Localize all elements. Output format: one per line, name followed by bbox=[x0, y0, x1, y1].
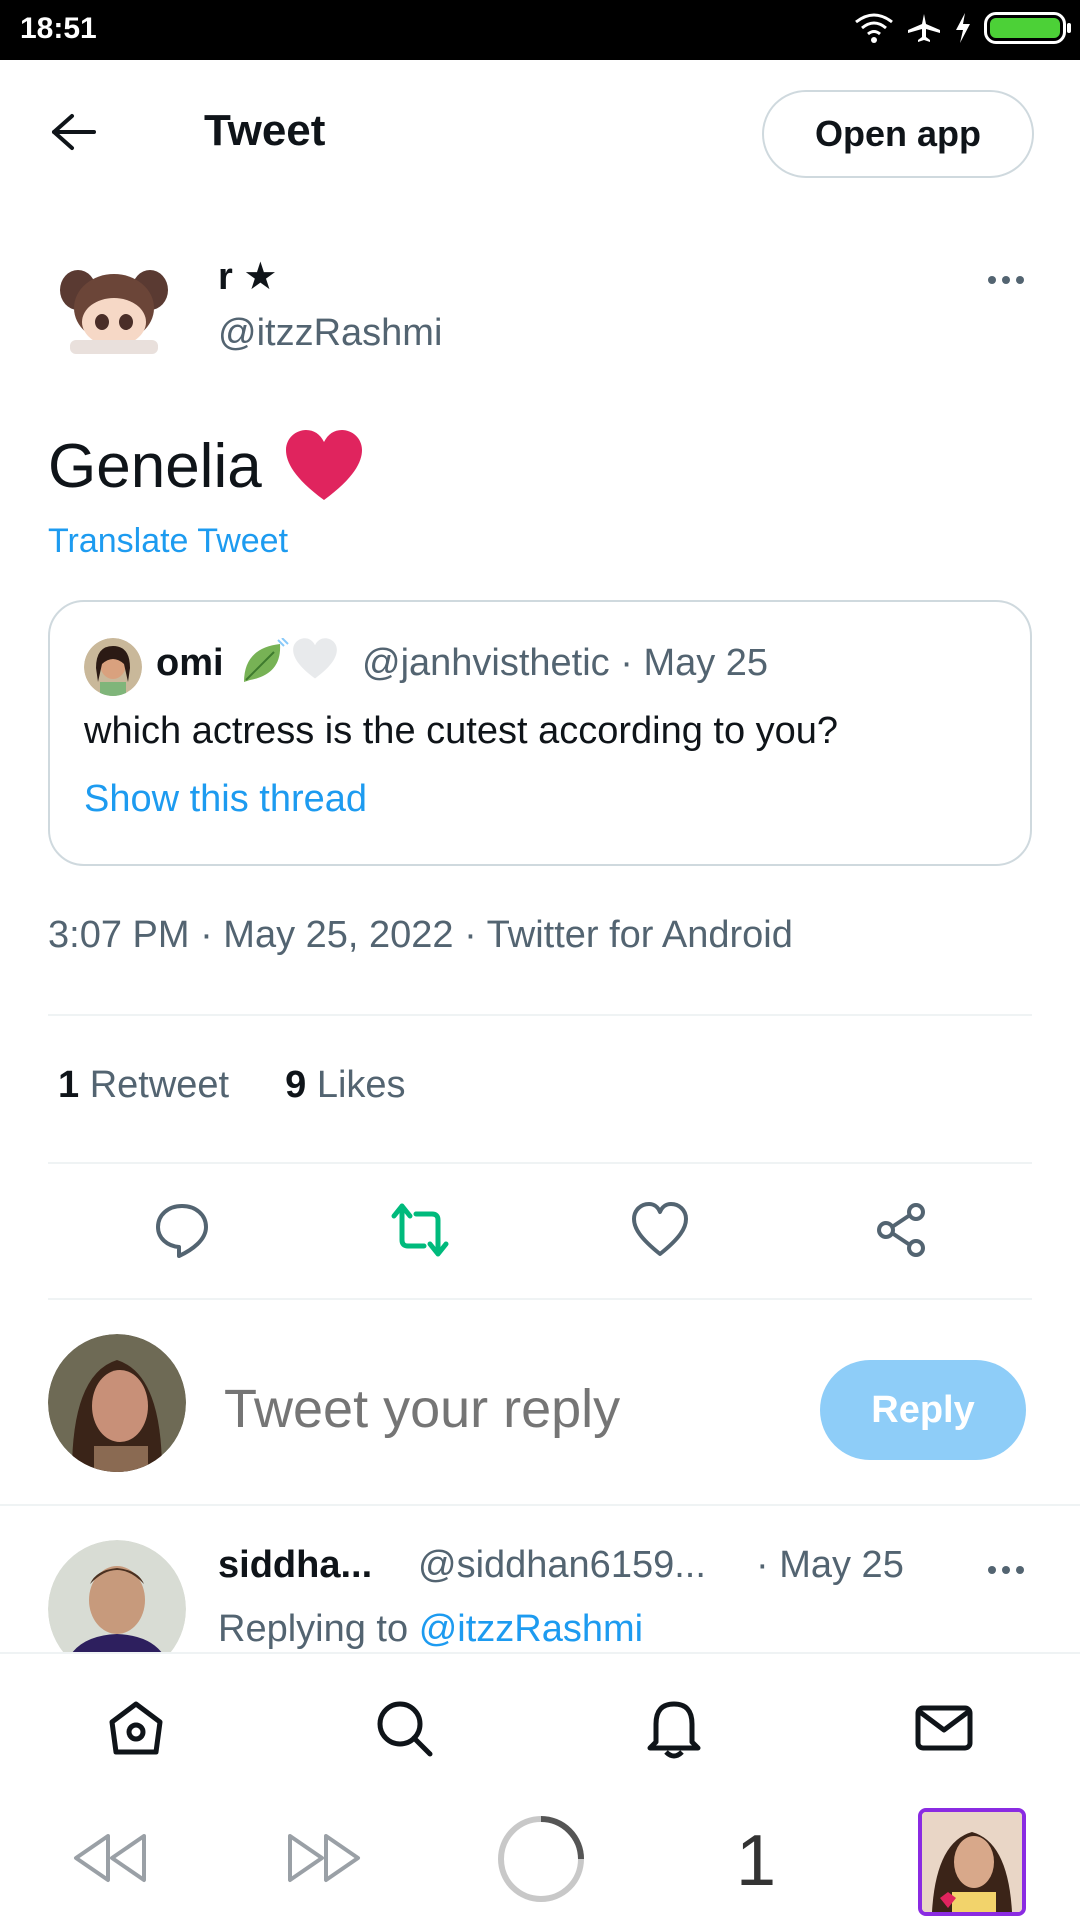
author-name[interactable]: r ★ bbox=[218, 254, 277, 299]
battery-icon bbox=[984, 12, 1071, 44]
header: Tweet Open app bbox=[0, 60, 1080, 210]
tab-thumbnail[interactable] bbox=[918, 1808, 1026, 1916]
like-icon[interactable] bbox=[630, 1200, 690, 1260]
back-browser-icon[interactable] bbox=[68, 1828, 148, 1888]
current-user-avatar[interactable] bbox=[48, 1334, 186, 1472]
retweet-stat[interactable]: 1 Retweet bbox=[58, 1064, 229, 1107]
quote-handle-date: @janhvisthetic · May 25 bbox=[362, 642, 769, 684]
replying-prefix: Replying to bbox=[218, 1608, 409, 1650]
retweet-label: Retweet bbox=[89, 1064, 230, 1106]
quote-author-name: omi bbox=[156, 642, 224, 684]
reply-input[interactable] bbox=[224, 1378, 784, 1440]
forward-browser-icon[interactable] bbox=[286, 1828, 366, 1888]
more-icon[interactable] bbox=[984, 258, 1028, 302]
home-icon[interactable] bbox=[104, 1696, 168, 1760]
bottom-nav bbox=[0, 1652, 1080, 1798]
likes-stat[interactable]: 9 Likes bbox=[285, 1064, 405, 1107]
tweet-text-content: Genelia bbox=[48, 431, 262, 501]
reply-author-name[interactable]: siddha... bbox=[218, 1544, 372, 1587]
translate-tweet-link[interactable]: Translate Tweet bbox=[48, 522, 288, 561]
loading-icon[interactable] bbox=[494, 1812, 588, 1906]
tweet-stats: 1 Retweet 9 Likes bbox=[58, 1064, 406, 1107]
likes-label: Likes bbox=[316, 1064, 406, 1106]
tab-count[interactable]: 1 bbox=[736, 1820, 776, 1902]
author-handle[interactable]: @itzzRashmi bbox=[218, 312, 442, 355]
red-heart-icon bbox=[285, 430, 362, 500]
reply-button[interactable]: Reply bbox=[820, 1360, 1026, 1460]
divider bbox=[48, 1298, 1032, 1300]
replying-to: Replying to @itzzRashmi bbox=[218, 1608, 643, 1651]
retweet-count: 1 bbox=[58, 1064, 80, 1106]
wifi-icon bbox=[855, 13, 893, 43]
comment-icon[interactable] bbox=[152, 1200, 212, 1260]
open-app-button[interactable]: Open app bbox=[762, 90, 1034, 178]
show-thread-link[interactable]: Show this thread bbox=[84, 778, 367, 821]
divider bbox=[48, 1014, 1032, 1016]
replying-handle-link[interactable]: @itzzRashmi bbox=[419, 1608, 643, 1650]
search-icon[interactable] bbox=[372, 1696, 436, 1760]
back-arrow-icon[interactable] bbox=[48, 112, 100, 152]
retweet-icon[interactable] bbox=[390, 1200, 450, 1260]
quote-text: which actress is the cutest according to… bbox=[84, 710, 839, 752]
leaf-icon bbox=[244, 638, 289, 682]
more-icon[interactable] bbox=[984, 1548, 1028, 1592]
author-avatar[interactable] bbox=[48, 246, 180, 378]
messages-icon[interactable] bbox=[912, 1696, 976, 1760]
divider bbox=[0, 1504, 1080, 1506]
quote-avatar bbox=[84, 638, 142, 696]
charging-icon bbox=[956, 13, 970, 43]
status-time: 18:51 bbox=[20, 12, 97, 45]
share-icon[interactable] bbox=[872, 1200, 932, 1260]
tweet-meta: 3:07 PM · May 25, 2022 · Twitter for And… bbox=[48, 914, 793, 956]
quote-name-emojis bbox=[240, 638, 338, 686]
browser-bar: 1 bbox=[0, 1798, 1080, 1920]
divider bbox=[48, 1162, 1032, 1164]
notifications-icon[interactable] bbox=[642, 1696, 706, 1760]
quoted-tweet[interactable]: omi @janhvisthetic · May 25 which actres… bbox=[48, 600, 1032, 866]
reply-date: · May 25 bbox=[756, 1544, 904, 1586]
page-title: Tweet bbox=[204, 106, 326, 155]
status-bar: 18:51 bbox=[0, 0, 1080, 60]
white-heart-icon bbox=[293, 638, 337, 679]
likes-count: 9 bbox=[285, 1064, 307, 1106]
reply-author-handle[interactable]: @siddhan6159... bbox=[418, 1544, 706, 1587]
tweet-text: Genelia bbox=[48, 430, 364, 502]
airplane-icon bbox=[908, 14, 940, 42]
status-icons bbox=[854, 12, 1071, 44]
